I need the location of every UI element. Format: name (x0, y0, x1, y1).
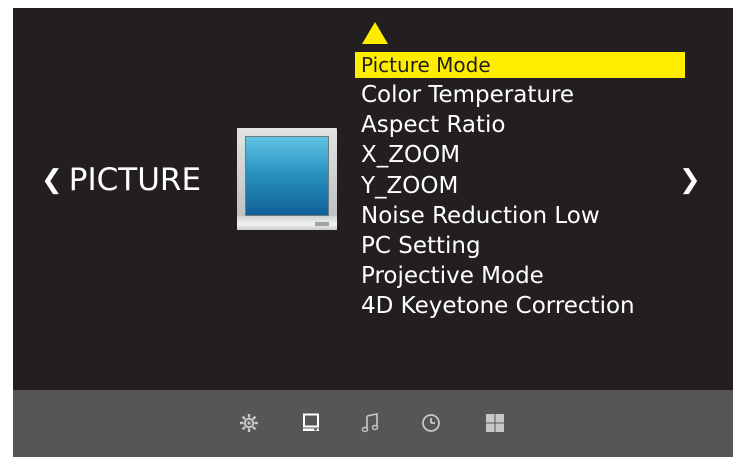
monitor-preview-button (315, 222, 329, 226)
prev-section-button[interactable]: ❮ PICTURE (41, 160, 201, 200)
next-section-button[interactable]: ❯ (679, 160, 701, 200)
monitor-preview-screen (245, 136, 329, 216)
menu-item-picture-mode[interactable]: Picture Mode (355, 52, 685, 78)
gear-icon[interactable] (238, 412, 260, 434)
music-note-icon[interactable] (359, 412, 381, 434)
osd-screen: ❮ PICTURE Picture Mode Color Temperature… (13, 8, 733, 457)
menu-item-aspect-ratio[interactable]: Aspect Ratio (355, 110, 685, 140)
monitor-icon[interactable] (300, 412, 322, 434)
bottom-tab-bar (13, 390, 733, 457)
section-title: PICTURE (68, 162, 202, 198)
chevron-left-icon: ❮ (41, 165, 63, 195)
menu-item-noise-reduction[interactable]: Noise Reduction Low (355, 201, 685, 231)
grid-icon[interactable] (484, 412, 506, 434)
menu-item-4d-keystone-correction[interactable]: 4D Keyetone Correction (355, 291, 685, 321)
menu-item-projective-mode[interactable]: Projective Mode (355, 261, 685, 291)
chevron-right-icon: ❯ (679, 165, 701, 195)
scroll-up-arrow-icon[interactable] (362, 22, 388, 44)
menu-item-color-temperature[interactable]: Color Temperature (355, 80, 685, 110)
monitor-preview-bezel (237, 216, 337, 230)
menu-item-y-zoom[interactable]: Y_ZOOM (355, 171, 685, 201)
monitor-preview-image (237, 128, 337, 230)
clock-icon[interactable] (420, 412, 442, 434)
menu-item-pc-setting[interactable]: PC Setting (355, 231, 685, 261)
picture-menu: Picture Mode Color Temperature Aspect Ra… (355, 52, 685, 322)
menu-item-x-zoom[interactable]: X_ZOOM (355, 140, 685, 170)
